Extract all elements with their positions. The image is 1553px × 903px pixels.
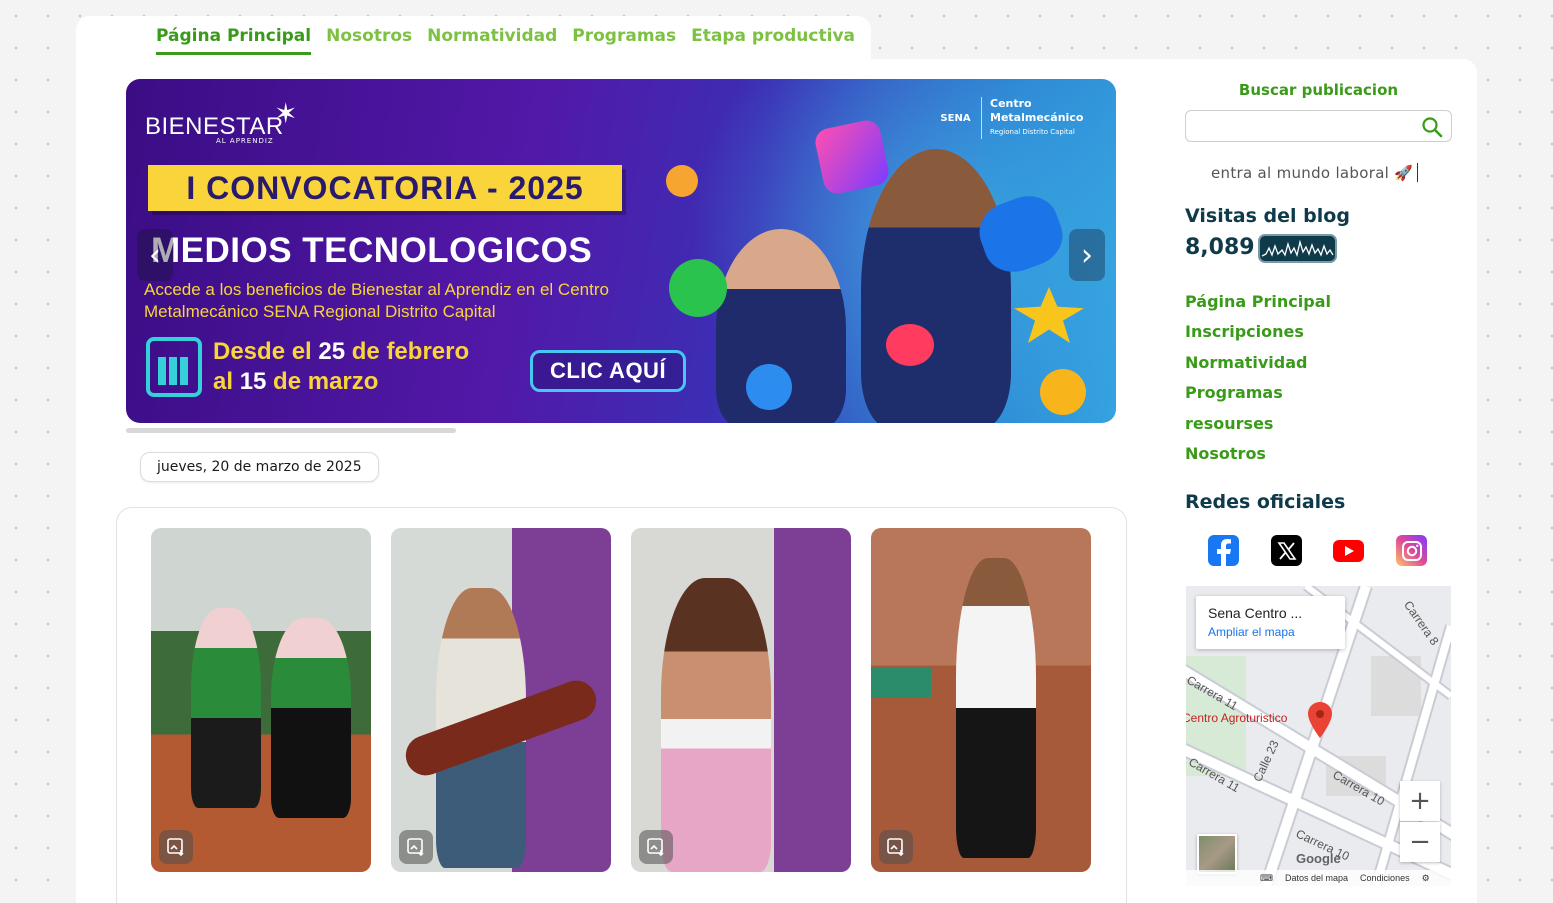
- bell-icon: [886, 324, 934, 366]
- carousel-prev-button[interactable]: ‹: [137, 229, 173, 281]
- calendar-icon: [146, 337, 202, 397]
- nav-nosotros[interactable]: Nosotros: [326, 26, 412, 55]
- performer-figure: [956, 558, 1036, 858]
- youtube-icon[interactable]: [1333, 535, 1364, 566]
- gallery-photo[interactable]: [871, 528, 1091, 872]
- keyboard-icon[interactable]: ⌨: [1260, 873, 1273, 884]
- sidebar-link-inscripciones[interactable]: Inscripciones: [1185, 321, 1331, 351]
- banner-body: Accede a los beneficios de Bienestar al …: [144, 280, 609, 321]
- image-download-icon[interactable]: [639, 830, 673, 864]
- search-box: [1185, 110, 1452, 142]
- map-data-link[interactable]: Datos del mapa: [1285, 873, 1348, 883]
- sena-mark-icon: SENA: [936, 97, 982, 139]
- search-icon[interactable]: [1421, 116, 1443, 142]
- map-zoom-in-button[interactable]: +: [1400, 781, 1440, 821]
- visits-count: 8,089: [1185, 235, 1255, 260]
- google-logo: Google: [1296, 851, 1341, 866]
- person-illustration: [861, 149, 1011, 423]
- embedded-map[interactable]: Sena Centro ... Ampliar el mapa Carrera …: [1186, 586, 1451, 886]
- laugh-emoji-icon: [1040, 369, 1086, 415]
- sidebar-link-programas[interactable]: Programas: [1185, 382, 1331, 412]
- nav-programas[interactable]: Programas: [572, 26, 676, 55]
- instagram-icon[interactable]: [1396, 535, 1427, 566]
- map-footer: ⌨ Datos del mapa Condiciones ⚙: [1186, 870, 1451, 886]
- search-input[interactable]: [1192, 112, 1412, 140]
- tagline: entra al mundo laboral 🚀: [1211, 163, 1419, 182]
- bienestar-logo-sub: AL APRENDIZ: [216, 137, 274, 145]
- sidebar-link-pagina-principal[interactable]: Página Principal: [1185, 291, 1331, 321]
- star-icon: ✶: [274, 97, 298, 130]
- typing-cursor: [1417, 163, 1419, 182]
- nav-normatividad[interactable]: Normatividad: [427, 26, 557, 55]
- like-icon: [746, 364, 792, 410]
- search-title: Buscar publicacion: [1238, 81, 1399, 99]
- map-enlarge-link[interactable]: Ampliar el mapa: [1208, 625, 1333, 639]
- social-title: Redes oficiales: [1185, 491, 1346, 513]
- cta-button[interactable]: CLIC AQUÍ: [530, 350, 686, 392]
- top-navigation: Página Principal Nosotros Normatividad P…: [156, 26, 855, 55]
- singer-figure: [661, 578, 771, 872]
- map-marker-label: Centro Agroturistico: [1186, 711, 1288, 725]
- photo-gallery: [116, 507, 1127, 903]
- sidebar-link-normatividad[interactable]: Normatividad: [1185, 352, 1331, 382]
- banner-dates: Desde el 25 de febrero al 15 de marzo: [213, 338, 470, 395]
- map-terms-link[interactable]: Condiciones: [1360, 873, 1410, 883]
- map-marker-icon[interactable]: [1308, 702, 1332, 742]
- heart-icon: [812, 117, 892, 197]
- dancer-figure: [191, 608, 261, 808]
- gallery-photo[interactable]: [391, 528, 611, 872]
- gallery-photo[interactable]: [631, 528, 851, 872]
- table-figure: [871, 668, 931, 698]
- report-icon[interactable]: ⚙: [1422, 873, 1430, 884]
- date-badge: jueves, 20 de marzo de 2025: [140, 452, 379, 482]
- map-satellite-toggle[interactable]: [1197, 834, 1237, 874]
- org-line3: Regional Distrito Capital: [990, 128, 1075, 136]
- org-line1: Centro: [990, 97, 1032, 110]
- sena-logo: SENA Centro Metalmecánico Regional Distr…: [936, 97, 1083, 139]
- nav-etapa-productiva[interactable]: Etapa productiva: [691, 26, 855, 55]
- map-zoom-out-button[interactable]: −: [1400, 822, 1440, 862]
- x-icon[interactable]: [1271, 535, 1302, 566]
- convocatoria-label: I CONVOCATORIA - 2025: [148, 165, 622, 211]
- facebook-icon[interactable]: [1208, 535, 1239, 566]
- map-place-name: Sena Centro ...: [1208, 605, 1303, 621]
- org-line2: Metalmecánico: [990, 111, 1084, 124]
- image-download-icon[interactable]: [399, 830, 433, 864]
- banner-carousel[interactable]: BIENESTAR ✶ AL APRENDIZ SENA Centro Meta…: [126, 79, 1116, 423]
- sidebar-link-resourses[interactable]: resourses: [1185, 413, 1331, 443]
- map-place-card: Sena Centro ... Ampliar el mapa: [1196, 596, 1345, 649]
- image-download-icon[interactable]: [159, 830, 193, 864]
- banner-headline: MEDIOS TECNOLOGICOS: [151, 231, 593, 270]
- dancer-figure: [271, 618, 351, 818]
- love-emoji-icon: [666, 165, 698, 197]
- sidebar-navigation: Página Principal Inscripciones Normativi…: [1185, 291, 1331, 473]
- whatsapp-icon: [669, 259, 727, 317]
- sidebar-link-nosotros[interactable]: Nosotros: [1185, 443, 1331, 473]
- visits-sparkline: [1258, 234, 1337, 263]
- nav-pagina-principal[interactable]: Página Principal: [156, 26, 312, 55]
- carousel-next-button[interactable]: ›: [1069, 229, 1105, 281]
- carousel-scrollbar[interactable]: [126, 428, 456, 433]
- visits-title: Visitas del blog: [1185, 205, 1350, 227]
- image-download-icon[interactable]: [879, 830, 913, 864]
- gallery-photo[interactable]: [151, 528, 371, 872]
